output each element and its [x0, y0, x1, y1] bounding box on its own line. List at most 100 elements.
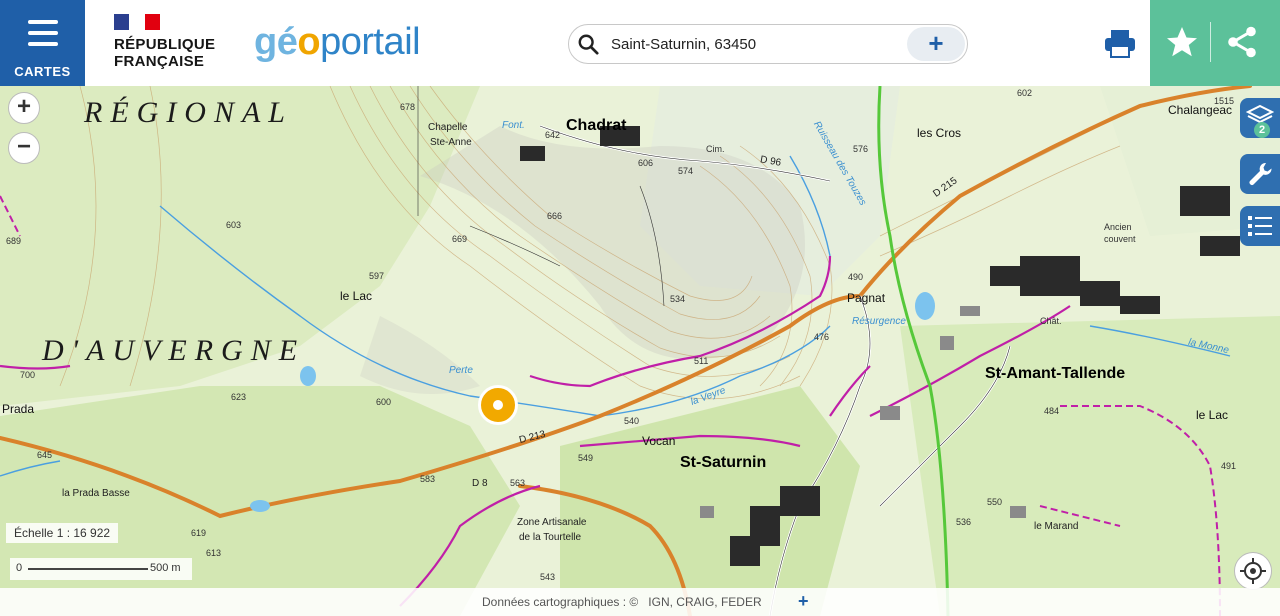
spot-height: 549 [578, 453, 594, 463]
map-label-ancien: Ancien [1104, 222, 1132, 232]
tools-button[interactable] [1240, 154, 1280, 194]
scale-line [28, 568, 148, 570]
map-label-resurgence: Résurgence [852, 316, 906, 327]
zoom-out-icon: − [16, 133, 31, 160]
menu-icon [28, 20, 58, 53]
print-icon[interactable] [1102, 26, 1138, 60]
attribution-label: Données cartographiques : © [482, 595, 639, 609]
spot-height: 540 [624, 416, 640, 426]
attribution-text: Données cartographiques : © IGN, CRAIG, F… [482, 595, 762, 609]
star-icon[interactable] [1164, 24, 1200, 60]
spot-height: 563 [510, 478, 526, 488]
map-label-le-lac: le Lac [340, 289, 373, 303]
scale-bar: 0 500 m [10, 558, 192, 580]
map-label-font: Font. [502, 120, 525, 131]
french-flag-icon [114, 14, 160, 30]
spot-height: 669 [452, 234, 468, 244]
map-label-region1: RÉGIONAL [84, 96, 293, 129]
attribution-more-button[interactable]: + [798, 591, 809, 612]
legend-list-icon [1248, 216, 1272, 236]
spot-height: 490 [848, 272, 864, 282]
scale-ratio: Échelle 1 : 16 922 [6, 523, 119, 543]
location-pin-marker[interactable] [478, 385, 518, 425]
spot-height: 645 [37, 450, 53, 460]
map-label-le-lac-east: le Lac [1196, 408, 1229, 422]
map-label-la-prada-basse: la Prada Basse [62, 488, 130, 499]
map-label-st-saturnin: St-Saturnin [680, 454, 767, 471]
spot-height: 550 [987, 497, 1003, 507]
republic-line2: FRANÇAISE [114, 53, 205, 70]
zoom-in-icon: + [16, 93, 31, 120]
map-label-chapelle: Chapelle [428, 122, 468, 133]
spot-height: 666 [547, 211, 563, 221]
spot-height: 600 [376, 397, 392, 407]
scale-end: 500 m [150, 562, 181, 574]
map-label-zone-artisanale: Zone Artisanale [517, 517, 587, 528]
menu-label: CARTES [14, 64, 71, 79]
map-label-le-marand: le Marand [1034, 521, 1079, 532]
spot-height: 511 [694, 356, 709, 366]
cartes-menu-button[interactable]: CARTES [0, 0, 85, 86]
spot-height: 484 [1044, 406, 1060, 416]
map-label-cim: Cim. [706, 144, 725, 154]
map-label-pagnat: Pagnat [847, 291, 886, 305]
map-label-ste-anne: Ste-Anne [430, 137, 472, 148]
layers-button[interactable]: 2 [1240, 98, 1280, 138]
attribution-sources: IGN, CRAIG, FEDER [648, 595, 762, 609]
logo-part3: portail [320, 21, 421, 63]
share-icon[interactable] [1224, 24, 1260, 60]
spot-height: 543 [540, 572, 556, 582]
wrench-icon [1249, 162, 1272, 185]
spot-height: 1515 [1214, 96, 1235, 106]
spot-height: 476 [814, 332, 830, 342]
spot-height: 689 [6, 236, 22, 246]
logo-part2: o [297, 21, 321, 63]
search-input[interactable] [609, 32, 913, 56]
spot-height: 623 [231, 392, 247, 402]
spot-height: 534 [670, 294, 686, 304]
map-label-couvent: couvent [1104, 234, 1136, 244]
search-icon[interactable] [577, 33, 599, 55]
attribution-bar: Données cartographiques : © IGN, CRAIG, F… [0, 588, 1280, 616]
spot-height: 602 [1017, 88, 1033, 98]
geolocate-button[interactable] [1234, 552, 1272, 590]
map-view[interactable]: RÉGIONAL D'AUVERGNE Chadrat Chapelle Ste… [0, 86, 1280, 616]
search-bar: + [568, 24, 968, 64]
spot-height: 603 [226, 220, 242, 230]
spot-height: 642 [545, 130, 561, 140]
spot-height: 678 [400, 102, 416, 112]
geoportail-logo[interactable]: géoportail [254, 20, 421, 64]
legend-button[interactable] [1240, 206, 1280, 246]
spot-height: 536 [956, 517, 972, 527]
republic-line1: RÉPUBLIQUE [114, 36, 216, 53]
map-label-d8: D 8 [472, 478, 488, 489]
map-label-les-cros: les Cros [917, 126, 962, 140]
logo-part1: gé [254, 21, 298, 63]
spot-height: 576 [853, 144, 869, 154]
spot-height: 574 [678, 166, 694, 176]
scale-zero: 0 [16, 562, 23, 574]
map-label-perte: Perte [449, 365, 473, 376]
map-label-prada: Prada [2, 402, 35, 416]
app-header: CARTES RÉPUBLIQUE FRANÇAISE géoportail + [0, 0, 1280, 86]
spot-height: 606 [638, 158, 654, 168]
locate-icon [1240, 558, 1266, 584]
search-add-button[interactable]: + [907, 27, 965, 61]
republique-francaise-logo: RÉPUBLIQUE FRANÇAISE [114, 14, 234, 70]
map-label-de-la-tourtelle: de la Tourtelle [519, 532, 582, 543]
spot-height: 491 [1221, 461, 1237, 471]
zoom-in-button[interactable]: + [8, 92, 40, 124]
map-label-vocan: Vocan [642, 434, 676, 448]
spot-height: 700 [20, 370, 36, 380]
layers-count-badge: 2 [1254, 122, 1270, 138]
spot-height: 619 [191, 528, 207, 538]
spot-height: 597 [369, 271, 385, 281]
map-label-region2: D'AUVERGNE [42, 334, 306, 367]
spot-height: 583 [420, 474, 436, 484]
zoom-out-button[interactable]: − [8, 132, 40, 164]
map-label-st-amant-tallende: St-Amant-Tallende [985, 365, 1126, 382]
scale-text: Échelle 1 : 16 922 [14, 526, 111, 540]
map-label-chadrat: Chadrat [566, 117, 627, 134]
spot-height: 613 [206, 548, 222, 558]
map-label-chat: Chât. [1040, 316, 1062, 326]
